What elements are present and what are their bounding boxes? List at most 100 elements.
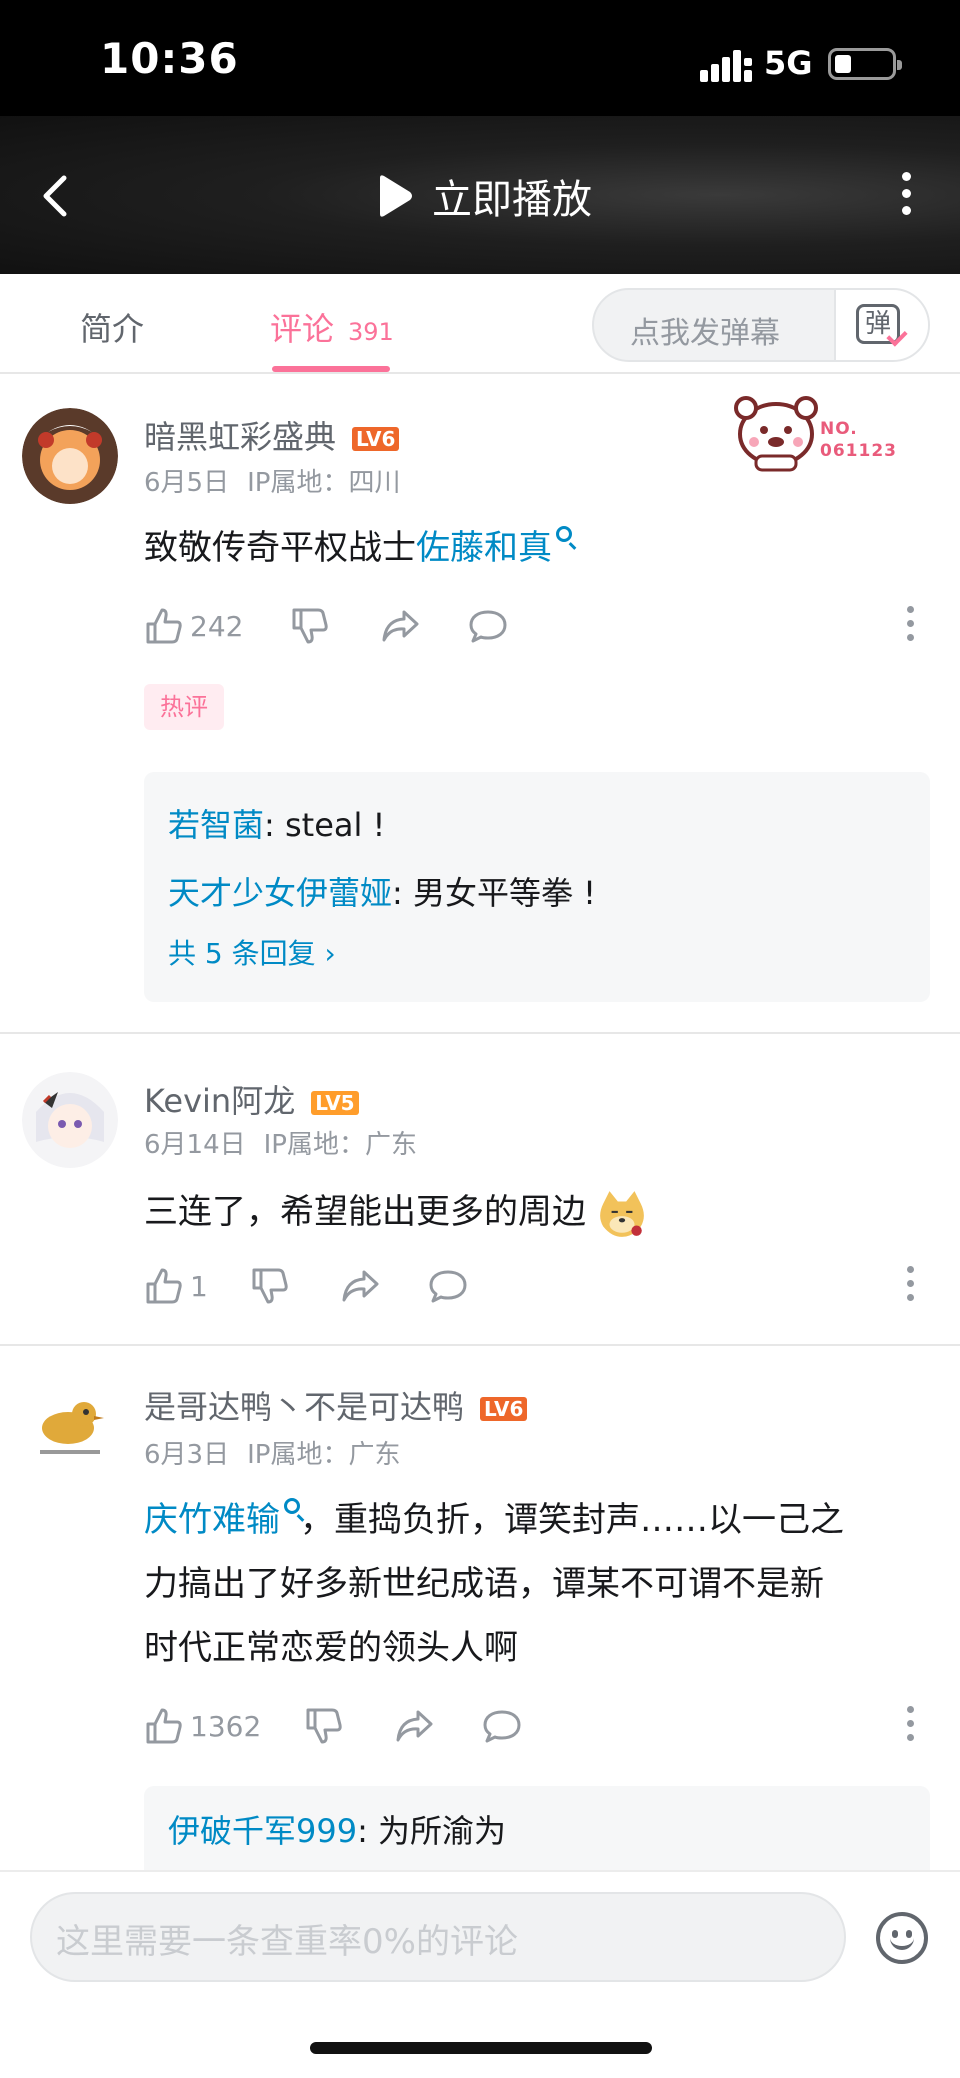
reply-username[interactable]: 天才少女伊蕾娅 [168, 874, 392, 912]
comment-meta: 6月3日 IP属地：广东 [144, 1434, 400, 1471]
avatar[interactable] [22, 1072, 118, 1168]
tab-intro[interactable]: 简介 [80, 304, 144, 350]
fan-badge-no-label: NO. [820, 419, 858, 439]
like-button[interactable]: 1 [144, 1262, 208, 1310]
reply-username[interactable]: 若智菌 [168, 806, 264, 844]
avatar[interactable] [22, 408, 118, 504]
comment-input[interactable]: 这里需要一条查重率0%的评论 [30, 1892, 846, 1982]
username-text: 是哥达鸭丶不是可达鸭 [144, 1388, 465, 1426]
reply-item: 伊破千军999: 为所渝为 [168, 1806, 506, 1852]
like-button[interactable]: 1362 [144, 1702, 261, 1750]
like-count: 1362 [190, 1709, 262, 1743]
comment-username[interactable]: 暗黑虹彩盛典 LV6 [144, 412, 400, 458]
thumbs-down-icon [252, 1268, 288, 1304]
share-button[interactable] [380, 602, 420, 650]
comment-content: 三连了，希望能出更多的周边 [144, 1180, 924, 1244]
like-button[interactable]: 242 [144, 602, 243, 650]
share-button[interactable] [340, 1262, 380, 1310]
more-options-icon[interactable] [894, 172, 918, 220]
dislike-button[interactable] [290, 602, 330, 650]
comment-text: 致敬传奇平权战士 [144, 528, 416, 568]
thumbs-up-icon [146, 608, 182, 644]
comment-actions: 1 [144, 1262, 944, 1310]
view-all-replies-label: 共 5 条回复 [168, 937, 316, 970]
comment-ip: IP属地：广东 [263, 1130, 417, 1160]
reply-button[interactable] [482, 1702, 522, 1750]
comment-text: ，重捣负折，谭笑封声……以一己之 [300, 1500, 844, 1540]
search-icon [556, 526, 572, 542]
username-text: Kevin阿龙 [144, 1082, 296, 1120]
comment-ip: IP属地：广东 [247, 1440, 401, 1470]
comment-line: 庆竹难输 ，重捣负折，谭笑封声……以一己之 [144, 1488, 924, 1552]
comment-text: 三连了，希望能出更多的周边 [144, 1192, 586, 1232]
level-badge: LV6 [480, 1397, 528, 1421]
comment-meta: 6月5日 IP属地：四川 [144, 462, 400, 499]
bottom-comment-bar: 这里需要一条查重率0%的评论 [0, 1870, 960, 2078]
active-tab-indicator [272, 366, 390, 372]
hot-comment-tag: 热评 [144, 684, 224, 730]
video-header: 立即播放 [0, 116, 960, 274]
signal-icon [700, 50, 752, 82]
fan-badge-number: NO. 061123 [820, 418, 897, 462]
reply-text: : 男女平等拳 ! [392, 874, 596, 912]
level-badge: LV6 [352, 427, 400, 451]
reply-preview-box[interactable]: 伊破千军999: 为所渝为 [144, 1786, 930, 1870]
home-indicator [310, 2042, 652, 2054]
comment-content: 庆竹难输 ，重捣负折，谭笑封声……以一己之 力搞出了好多新世纪成语，谭某不可谓不是… [144, 1488, 924, 1680]
search-link[interactable]: 佐藤和真 [416, 528, 552, 568]
comment-more-icon[interactable] [904, 1706, 916, 1746]
reply-text: : 为所渝为 [357, 1812, 507, 1850]
like-count: 242 [190, 609, 244, 643]
comment-username[interactable]: Kevin阿龙 LV5 [144, 1076, 359, 1122]
username-text: 暗黑虹彩盛典 [144, 418, 337, 456]
comment-line: 时代正常恋爱的领头人啊 [144, 1628, 518, 1668]
thumbs-up-icon [146, 1268, 182, 1304]
comment-content: 致敬传奇平权战士佐藤和真 [144, 516, 924, 580]
comment-date: 6月14日 [144, 1130, 246, 1160]
comment-more-icon[interactable] [904, 1266, 916, 1306]
comment-username[interactable]: 是哥达鸭丶不是可达鸭 LV6 [144, 1382, 528, 1428]
like-count: 1 [190, 1269, 208, 1303]
reply-preview-box[interactable]: 若智菌: steal ! 天才少女伊蕾娅: 男女平等拳 ! 共 5 条回复 › [144, 772, 930, 1002]
danmaku-input[interactable]: 点我发弹幕 弹 [592, 288, 930, 362]
network-type: 5G [764, 44, 813, 82]
danmaku-toggle-icon[interactable]: 弹 [834, 290, 928, 360]
chevron-right-icon: › [324, 937, 336, 970]
share-button[interactable] [394, 1702, 434, 1750]
speech-bubble-icon [483, 1710, 521, 1743]
thumbs-down-icon [292, 608, 328, 644]
dislike-button[interactable] [304, 1702, 344, 1750]
tab-comments-label: 评论 [270, 310, 335, 348]
view-all-replies-link[interactable]: 共 5 条回复 › [168, 932, 336, 972]
speech-bubble-icon [429, 1270, 467, 1303]
comment-input-placeholder: 这里需要一条查重率0%的评论 [56, 1922, 518, 1962]
reply-username[interactable]: 伊破千军999 [168, 1812, 357, 1850]
reply-item: 天才少女伊蕾娅: 男女平等拳 ! [168, 868, 596, 914]
fan-badge-bear-icon [734, 396, 818, 472]
play-now-label: 立即播放 [432, 177, 592, 223]
comments-count: 391 [348, 318, 394, 346]
share-icon [396, 1710, 433, 1742]
play-icon [380, 175, 412, 217]
tab-comments[interactable]: 评论 391 [270, 304, 394, 350]
level-badge: LV5 [311, 1091, 359, 1115]
search-link[interactable]: 庆竹难输 [144, 1500, 280, 1540]
comment-actions: 242 [144, 602, 944, 650]
reply-button[interactable] [428, 1262, 468, 1310]
battery-icon [828, 48, 902, 80]
comment-more-icon[interactable] [904, 606, 916, 646]
comment-divider [0, 1344, 960, 1346]
play-now-button[interactable]: 立即播放 [374, 168, 592, 224]
avatar[interactable] [22, 1376, 118, 1472]
emoji-icon[interactable] [876, 1912, 928, 1964]
fan-badge-no-value: 061123 [820, 441, 897, 461]
status-time: 10:36 [100, 34, 239, 83]
thumbs-down-icon [306, 1708, 342, 1744]
reply-text: : steal ! [264, 806, 386, 844]
speech-bubble-icon [469, 610, 507, 643]
dislike-button[interactable] [250, 1262, 290, 1310]
share-icon [342, 1270, 379, 1302]
reply-button[interactable] [468, 602, 508, 650]
back-arrow-icon[interactable] [36, 174, 76, 218]
comment-date: 6月3日 [144, 1440, 230, 1470]
